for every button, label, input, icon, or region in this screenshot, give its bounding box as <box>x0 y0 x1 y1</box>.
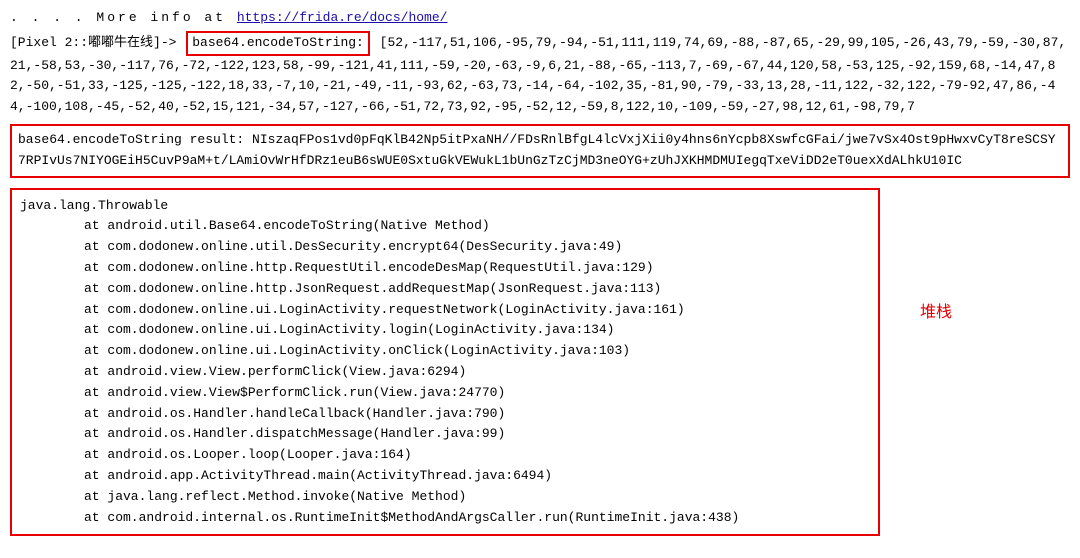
frida-prompt-line: [Pixel 2::嘟嘟牛在线]-> base64.encodeToString… <box>10 31 1070 118</box>
stack-line: at android.os.Handler.dispatchMessage(Ha… <box>20 424 870 445</box>
device-prompt: [Pixel 2::嘟嘟牛在线]-> <box>10 35 184 50</box>
stack-line: at com.dodonew.online.ui.LoginActivity.o… <box>20 341 870 362</box>
result-label: base64.encodeToString result: <box>18 132 252 147</box>
stack-line: at com.dodonew.online.ui.LoginActivity.l… <box>20 320 870 341</box>
stack-header: java.lang.Throwable <box>20 196 870 217</box>
stack-line: at android.view.View$PerformClick.run(Vi… <box>20 383 870 404</box>
stack-line: at android.os.Handler.handleCallback(Han… <box>20 404 870 425</box>
result-block: base64.encodeToString result: NIszaqFPos… <box>10 124 1070 178</box>
stack-line: at android.os.Looper.loop(Looper.java:16… <box>20 445 870 466</box>
info-prefix: . . . . More info at <box>10 10 237 25</box>
stack-line: at com.dodonew.online.util.DesSecurity.e… <box>20 237 870 258</box>
stack-line: at android.app.ActivityThread.main(Activ… <box>20 466 870 487</box>
stack-line: at com.android.internal.os.RuntimeInit$M… <box>20 508 870 529</box>
stack-line: at com.dodonew.online.http.RequestUtil.e… <box>20 258 870 279</box>
call-label-highlight: base64.encodeToString: <box>186 31 370 56</box>
stack-line: at java.lang.reflect.Method.invoke(Nativ… <box>20 487 870 508</box>
info-line: . . . . More info at https://frida.re/do… <box>10 8 1070 29</box>
stack-line: at android.view.View.performClick(View.j… <box>20 362 870 383</box>
stack-line: at android.util.Base64.encodeToString(Na… <box>20 216 870 237</box>
stack-trace-block: java.lang.Throwable at android.util.Base… <box>10 188 880 537</box>
stack-annotation-label: 堆栈 <box>920 300 952 326</box>
stack-line: at com.dodonew.online.http.JsonRequest.a… <box>20 279 870 300</box>
frida-docs-link[interactable]: https://frida.re/docs/home/ <box>237 10 448 25</box>
stack-line: at com.dodonew.online.ui.LoginActivity.r… <box>20 300 870 321</box>
